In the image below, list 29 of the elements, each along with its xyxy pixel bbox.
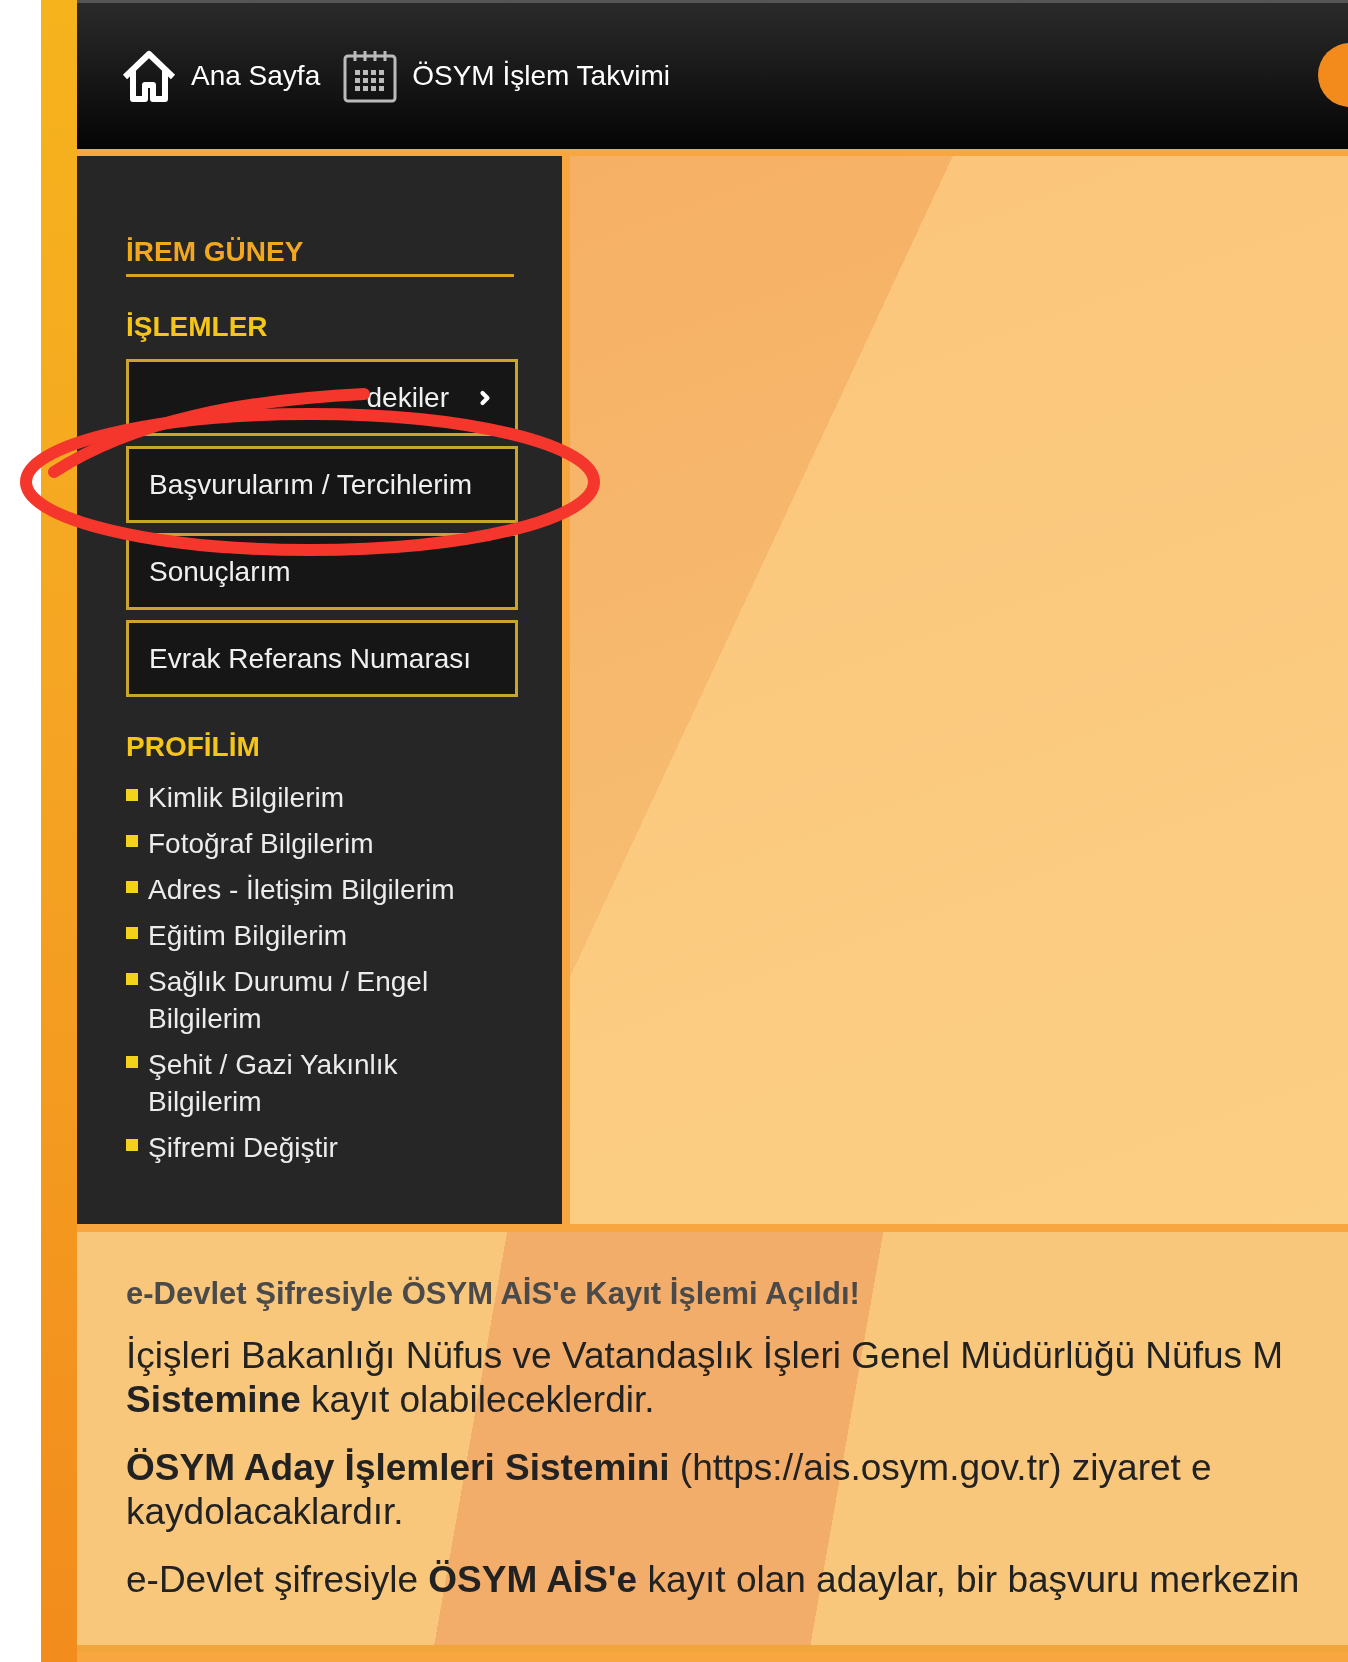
profile-link[interactable]: Eğitim Bilgilerim xyxy=(148,917,348,954)
calendar-icon xyxy=(342,48,399,104)
bullet-icon xyxy=(126,927,138,939)
bullet-icon xyxy=(126,1139,138,1151)
profile-link[interactable]: Şifremi Değiştir xyxy=(148,1129,338,1166)
notice-text: İçişleri Bakanlığı Nüfus ve Vatandaşlık İşleri Genel Müdürlüğü Nüfus M xyxy=(126,1334,1284,1378)
notice-text: ÖSYM Aday İşlemleri Sistemini (https://ais.osym.gov.tr) ziyaret e xyxy=(126,1446,1212,1490)
bullet-icon xyxy=(126,835,138,847)
notice-text: kaydolacaklardır. xyxy=(126,1490,404,1534)
profile-link[interactable]: Şehit / Gazi Yakınlık Bilgilerim xyxy=(148,1046,493,1120)
profile-link[interactable]: Adres - İletişim Bilgilerim xyxy=(148,871,455,908)
bullet-icon xyxy=(126,1056,138,1068)
nav-link[interactable]: ÖSYM İşlem Takvimi xyxy=(342,48,670,104)
menu-button[interactable]: Başvurularım / Tercihlerim xyxy=(126,446,518,523)
home-icon xyxy=(121,49,177,103)
bullet-icon xyxy=(126,881,138,893)
profile-link[interactable]: Kimlik Bilgilerim xyxy=(148,779,344,816)
section-title: İŞLEMLER xyxy=(126,311,269,343)
profile-link[interactable]: Sağlık Durumu / Engel Bilgilerim xyxy=(148,963,493,1037)
bullet-icon xyxy=(126,973,138,985)
notice-text: e-Devlet şifresiyle ÖSYM AİS'e kayıt olan adaylar, bir başvuru merkezin xyxy=(126,1558,1300,1602)
section-title: PROFİLİM xyxy=(126,731,261,763)
nav-link[interactable]: Ana Sayfa xyxy=(121,49,321,103)
profile-link[interactable]: Fotoğraf Bilgilerim xyxy=(148,825,374,862)
user-name: İREM GÜNEY xyxy=(126,236,514,277)
notice-text: Sistemine kayıt olabileceklerdir. xyxy=(126,1378,655,1422)
menu-button[interactable]: Evrak Referans Numarası xyxy=(126,620,518,697)
notice-title: e-Devlet Şifresiyle ÖSYM AİS'e Kayıt İşlemi Açıldı! xyxy=(126,1276,861,1312)
bullet-icon xyxy=(126,789,138,801)
